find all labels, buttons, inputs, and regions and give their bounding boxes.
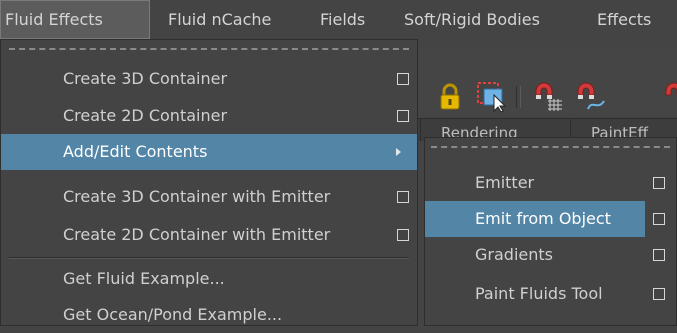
- menu-item-label: Create 2D Container with Emitter: [63, 225, 331, 244]
- submenu-item-gradients[interactable]: Gradients: [425, 237, 665, 273]
- menubar: Fluid Effects Fluid nCache Fields Soft/R…: [0, 0, 677, 39]
- option-box-icon[interactable]: [397, 110, 409, 122]
- submenu-arrow-icon: [396, 148, 401, 156]
- menu-soft-rigid-bodies[interactable]: Soft/Rigid Bodies: [404, 0, 540, 39]
- menu-item-get-ocean-pond-example[interactable]: Get Ocean/Pond Example...: [1, 297, 417, 333]
- menu-item-add-edit-contents[interactable]: Add/Edit Contents: [1, 134, 417, 170]
- menu-item-label: Create 3D Container: [63, 69, 228, 88]
- option-box-icon[interactable]: [397, 191, 409, 203]
- menu-soft-rigid-bodies-label: Soft/Rigid Bodies: [404, 10, 540, 29]
- option-box-icon[interactable]: [653, 249, 665, 261]
- submenu-item-label: Emitter: [475, 173, 535, 192]
- menu-item-get-fluid-example[interactable]: Get Fluid Example...: [1, 261, 417, 297]
- menu-fields[interactable]: Fields: [320, 0, 365, 39]
- menu-tearoff[interactable]: [9, 48, 409, 50]
- add-edit-contents-submenu: Emitter Emit from Object Gradients Paint…: [424, 137, 677, 326]
- option-box-icon[interactable]: [397, 73, 409, 85]
- option-box-icon[interactable]: [653, 177, 665, 189]
- menu-fluid-ncache[interactable]: Fluid nCache: [168, 0, 271, 39]
- menu-item-label: Add/Edit Contents: [63, 142, 208, 161]
- submenu-item-label: Gradients: [475, 245, 553, 264]
- lock-icon[interactable]: [434, 81, 466, 113]
- menu-item-label: Create 3D Container with Emitter: [63, 187, 331, 206]
- magnet-grid-icon[interactable]: [532, 81, 564, 113]
- submenu-item-label: Paint Fluids Tool: [475, 284, 603, 303]
- menu-separator: [9, 257, 409, 259]
- select-camera-icon[interactable]: [476, 81, 508, 113]
- menu-item-label: Get Ocean/Pond Example...: [63, 305, 283, 324]
- menu-fluid-effects-label: Fluid Effects: [5, 10, 103, 29]
- menu-item-label: Create 2D Container: [63, 106, 228, 125]
- menu-fluid-effects[interactable]: Fluid Effects: [0, 0, 150, 39]
- menu-item-label: Get Fluid Example...: [63, 269, 225, 288]
- fluid-effects-menu: Create 3D Container Create 2D Container …: [0, 39, 418, 326]
- menu-fluid-ncache-label: Fluid nCache: [168, 10, 272, 29]
- submenu-item-label: Emit from Object: [475, 209, 611, 228]
- submenu-item-emit-from-object[interactable]: Emit from Object: [425, 201, 645, 237]
- toolbar-divider: [516, 86, 521, 108]
- menu-item-create-2d-container[interactable]: Create 2D Container: [1, 98, 417, 134]
- menu-fields-label: Fields: [320, 10, 366, 29]
- menu-item-create-2d-container-with-emitter[interactable]: Create 2D Container with Emitter: [1, 217, 417, 253]
- option-box-icon[interactable]: [653, 288, 665, 300]
- submenu-item-paint-fluids-tool[interactable]: Paint Fluids Tool: [425, 276, 665, 312]
- magnet-curve-icon[interactable]: [574, 81, 606, 113]
- menu-effects-label: Effects: [597, 10, 652, 29]
- menu-effects[interactable]: Effects: [597, 0, 651, 39]
- option-box-icon[interactable]: [397, 229, 409, 241]
- magnet-icon[interactable]: [662, 81, 677, 113]
- submenu-tearoff[interactable]: [431, 146, 670, 148]
- option-box-icon[interactable]: [653, 213, 665, 225]
- submenu-item-emitter[interactable]: Emitter: [425, 165, 665, 201]
- menu-item-create-3d-container[interactable]: Create 3D Container: [1, 61, 417, 97]
- menu-item-create-3d-container-with-emitter[interactable]: Create 3D Container with Emitter: [1, 179, 417, 215]
